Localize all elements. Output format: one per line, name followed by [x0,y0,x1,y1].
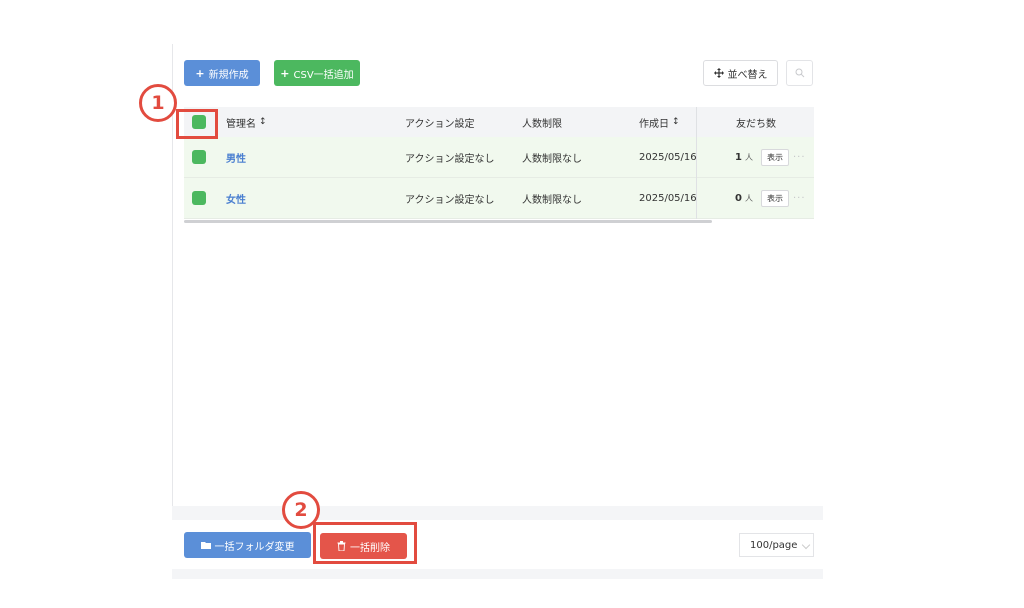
folder-icon [200,542,211,549]
row-friends-count: 1 [735,151,742,163]
row-limit: 人数制限なし [522,194,582,206]
table-row: 女性 アクション設定なし 人数制限なし 2025/05/16 0 人 表示 ··… [184,178,814,219]
search-icon [795,68,804,78]
show-button[interactable]: 表示 [760,189,789,207]
csv-button-label: CSV一括追加 [293,69,354,81]
search-button[interactable] [786,60,813,86]
plus-icon: + [280,66,290,80]
bulk-folder-change-button[interactable]: 一括フォルダ変更 [184,532,311,558]
row-friends-unit: 人 [744,193,753,203]
table-row: 男性 アクション設定なし 人数制限なし 2025/05/16 1 人 表示 ··… [184,137,814,178]
sort-button-label: 並べ替え [727,69,768,81]
row-name-link[interactable]: 女性 [226,191,246,206]
chevron-down-icon [801,540,811,550]
sticky-column-divider [696,107,697,219]
folder-button-label: 一括フォルダ変更 [214,541,295,553]
highlight-select-all [176,109,218,139]
move-arrows-icon [713,68,724,78]
sort-icon: ↕ [259,117,267,127]
horizontal-scrollbar[interactable] [184,220,712,223]
more-options-icon[interactable]: ··· [793,178,806,218]
row-limit: 人数制限なし [522,153,582,165]
header-created-label: 作成日 [639,118,669,130]
row-action: アクション設定なし [405,153,495,165]
new-button-label: 新規作成 [208,69,249,81]
page-size-select[interactable]: 100/page [739,533,814,557]
row-created: 2025/05/16 [639,151,697,163]
more-options-icon[interactable]: ··· [793,137,806,177]
plus-icon: + [195,66,205,80]
header-name[interactable]: 管理名 ↕ [226,107,267,137]
header-name-label: 管理名 [226,118,256,130]
sort-button[interactable]: 並べ替え [703,60,778,86]
table-header: 管理名 ↕ アクション設定 人数制限 作成日 ↕ 友だち数 [184,107,814,137]
step-badge-1: 1 [139,84,177,122]
row-checkbox[interactable] [192,191,206,205]
row-action: アクション設定なし [405,194,495,206]
row-created: 2025/05/16 [639,192,697,204]
new-button[interactable]: + 新規作成 [184,60,260,86]
header-limit: 人数制限 [522,118,562,130]
header-action: アクション設定 [405,118,475,130]
step-badge-2: 2 [282,491,320,529]
row-name-link[interactable]: 男性 [226,150,246,165]
page-size-value: 100/page [750,539,798,551]
csv-bulk-add-button[interactable]: + CSV一括追加 [274,60,360,86]
sort-icon: ↕ [672,117,680,127]
row-friends-unit: 人 [744,152,753,162]
tag-table: 管理名 ↕ アクション設定 人数制限 作成日 ↕ 友だち数 男性 アクション設定… [184,107,814,219]
show-button[interactable]: 表示 [760,148,789,166]
highlight-bulk-delete [313,522,417,564]
row-checkbox[interactable] [192,150,206,164]
row-friends-count: 0 [735,192,742,204]
header-friends: 友だち数 [736,118,776,130]
header-created[interactable]: 作成日 ↕ [639,107,680,137]
